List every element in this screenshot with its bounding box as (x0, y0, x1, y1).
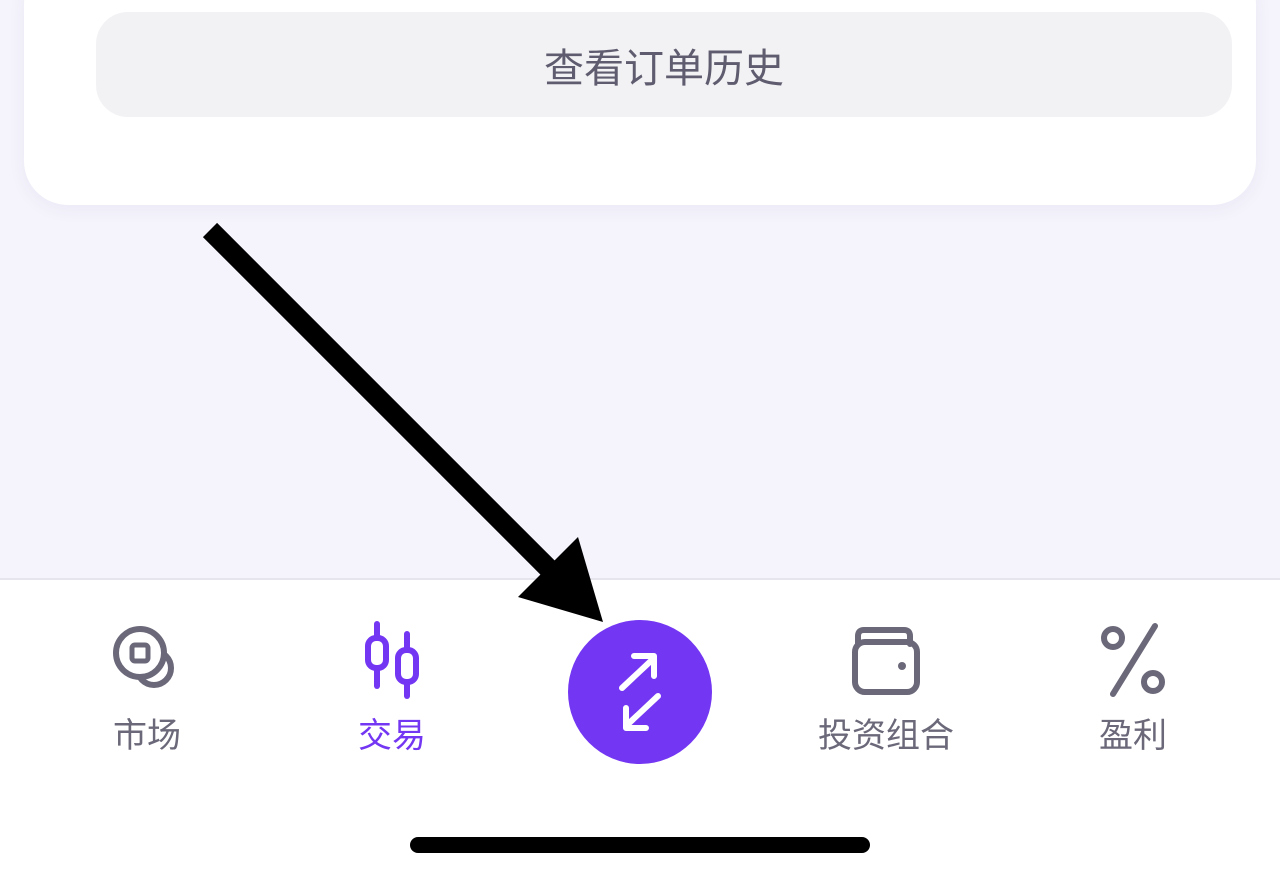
view-order-history-button[interactable]: 查看订单历史 (96, 12, 1232, 117)
tab-profit[interactable]: 盈利 (1033, 620, 1233, 756)
tab-label: 市场 (113, 716, 181, 756)
percent-icon (1093, 620, 1173, 700)
tab-market[interactable]: 市场 (47, 620, 247, 756)
tab-label: 盈利 (1099, 716, 1167, 756)
home-indicator (410, 837, 870, 853)
order-card: 查看订单历史 (24, 0, 1256, 205)
coins-icon (107, 620, 187, 700)
tab-label: 交易 (358, 716, 426, 756)
tab-label: 投资组合 (818, 716, 954, 756)
swap-action-button[interactable] (568, 620, 712, 764)
tab-trade[interactable]: 交易 (292, 620, 492, 756)
swap-arrows-icon (619, 653, 661, 731)
wallet-icon (846, 620, 926, 700)
candlestick-icon (352, 620, 432, 700)
bottom-tab-bar: 市场 交易 投资组合 盈利 (0, 578, 1280, 877)
tab-portfolio[interactable]: 投资组合 (786, 620, 986, 756)
